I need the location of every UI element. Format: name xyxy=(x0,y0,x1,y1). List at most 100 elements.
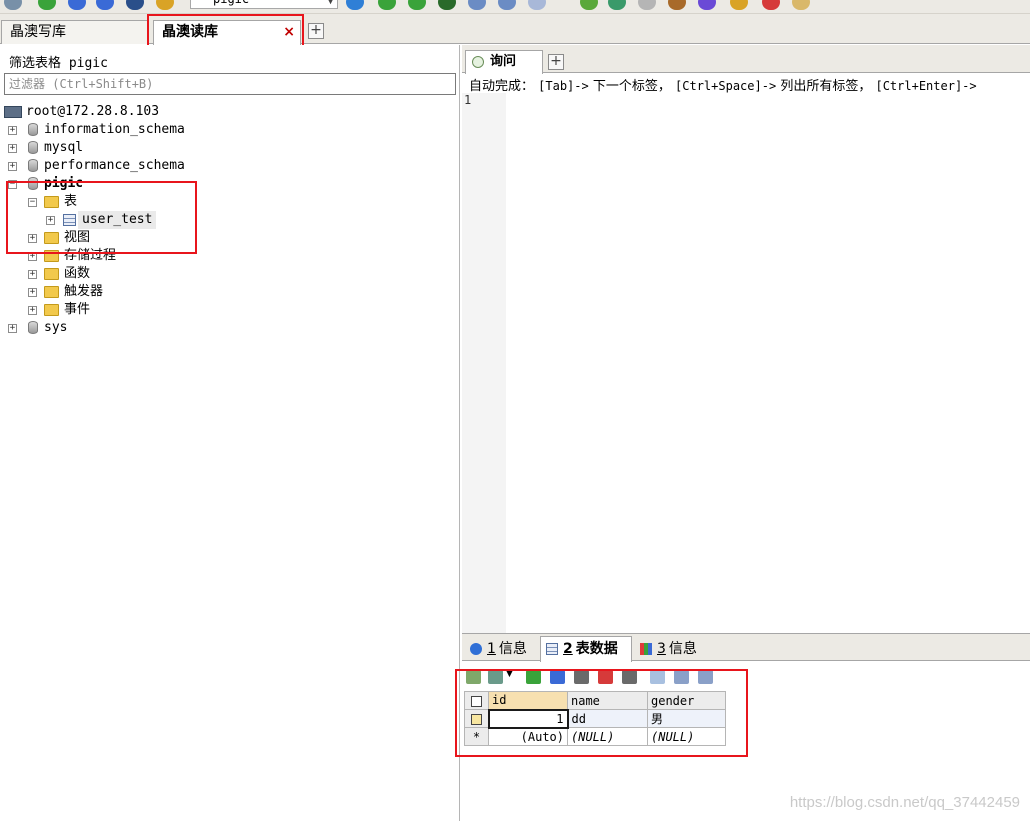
key-icon[interactable] xyxy=(730,0,748,10)
tab-read-connection[interactable]: 晶澳读库 × xyxy=(153,20,301,45)
expand-icon[interactable]: + xyxy=(8,324,17,333)
expand-icon[interactable]: + xyxy=(28,234,37,243)
new-db-icon[interactable] xyxy=(38,0,56,10)
save-icon[interactable] xyxy=(574,670,589,684)
result-grid: id name gender 1 dd 男 * (Auto) (NULL) (N… xyxy=(464,691,726,746)
close-icon[interactable]: × xyxy=(283,21,295,43)
expand-icon[interactable]: + xyxy=(28,252,37,261)
cell-gender[interactable]: (NULL) xyxy=(647,727,726,746)
db-icon[interactable] xyxy=(96,0,114,10)
database-select[interactable]: pigic ▼ xyxy=(190,0,338,9)
export-icon[interactable] xyxy=(466,670,481,684)
add-row-icon[interactable] xyxy=(526,670,541,684)
tree-folder-tables[interactable]: − 表 xyxy=(28,193,208,211)
select-all-checkbox[interactable] xyxy=(464,691,489,710)
column-header-id[interactable]: id xyxy=(488,691,568,710)
database-icon xyxy=(28,177,38,190)
tab-messages[interactable]: 1 信息 xyxy=(464,636,538,662)
folder-icon xyxy=(44,232,59,244)
tree-db-information-schema[interactable]: + information_schema xyxy=(8,121,228,139)
connection-tab-bar: 晶澳写库 晶澳读库 × + xyxy=(0,14,1030,45)
duplicate-row-icon[interactable] xyxy=(550,670,565,684)
tab-write-connection[interactable]: 晶澳写库 xyxy=(1,20,149,44)
execute-icon[interactable] xyxy=(378,0,396,10)
grid-icon[interactable] xyxy=(156,0,174,10)
backup-icon[interactable] xyxy=(638,0,656,10)
row-checkbox[interactable] xyxy=(464,709,489,728)
tree-folder-views[interactable]: + 视图 xyxy=(28,229,208,247)
autocomplete-hint: 自动完成： [Tab]-> 下一个标签， [Ctrl+Space]-> 列出所有… xyxy=(469,79,977,94)
report-icon[interactable] xyxy=(762,0,780,10)
column-header-name[interactable]: name xyxy=(567,691,648,710)
cell-name[interactable]: (NULL) xyxy=(567,727,648,746)
query-panel: 询问 + 自动完成： [Tab]-> 下一个标签， [Ctrl+Space]->… xyxy=(462,45,1030,821)
sync-icon[interactable] xyxy=(698,0,716,10)
chevron-down-icon[interactable]: ▼ xyxy=(506,669,513,679)
expand-icon[interactable]: + xyxy=(8,162,17,171)
expand-icon[interactable]: + xyxy=(28,306,37,315)
plug-icon[interactable] xyxy=(4,0,22,10)
export-icon[interactable] xyxy=(792,0,810,10)
tree-folder-functions[interactable]: + 函数 xyxy=(28,265,208,283)
tab-table-data[interactable]: 2 表数据 xyxy=(540,636,632,662)
tree-db-mysql[interactable]: + mysql xyxy=(8,139,228,157)
tree-folder-procedures[interactable]: + 存储过程 xyxy=(28,247,208,265)
tree-db-pigic[interactable]: − pigic xyxy=(8,175,228,193)
line-number: 1 xyxy=(464,93,472,107)
db-icon[interactable] xyxy=(68,0,86,10)
folder-icon xyxy=(44,196,59,208)
chevron-down-icon: ▼ xyxy=(328,0,333,6)
grid-icon[interactable] xyxy=(498,0,516,10)
delete-icon[interactable] xyxy=(598,670,613,684)
tree-folder-events[interactable]: + 事件 xyxy=(28,301,208,319)
text-view-icon[interactable] xyxy=(698,670,713,684)
truck-icon[interactable] xyxy=(668,0,686,10)
expand-icon[interactable]: + xyxy=(8,144,17,153)
header-row: id name gender xyxy=(464,691,726,710)
grid-view-icon[interactable] xyxy=(650,670,665,684)
new-connection-tab-button[interactable]: + xyxy=(308,23,324,39)
cancel-icon[interactable] xyxy=(622,670,637,684)
database-icon xyxy=(28,141,38,154)
expand-icon[interactable]: + xyxy=(46,216,55,225)
table-icon xyxy=(63,214,76,226)
sql-editor[interactable]: 1 xyxy=(462,93,1030,633)
stop-icon[interactable] xyxy=(408,0,426,10)
expand-icon[interactable]: + xyxy=(28,288,37,297)
tab-profiler[interactable]: 3 信息 xyxy=(634,636,708,662)
result-tab-bar: 1 信息 2 表数据 3 信息 xyxy=(462,633,1030,662)
profiler-icon xyxy=(640,643,652,655)
expand-icon[interactable]: + xyxy=(28,270,37,279)
collapse-icon[interactable]: − xyxy=(28,198,37,207)
history-icon[interactable] xyxy=(608,0,626,10)
cell-id[interactable]: (Auto) xyxy=(488,727,568,746)
schema-icon[interactable] xyxy=(438,0,456,10)
column-header-gender[interactable]: gender xyxy=(647,691,726,710)
tab-query[interactable]: 询问 xyxy=(465,50,543,74)
tree-db-performance-schema[interactable]: + performance_schema xyxy=(8,157,228,175)
new-query-tab-button[interactable]: + xyxy=(548,54,564,70)
cell-id[interactable]: 1 xyxy=(487,708,569,729)
server-icon xyxy=(4,106,22,118)
filter-input[interactable]: 过滤器 (Ctrl+Shift+B) xyxy=(4,73,456,95)
database-icon xyxy=(28,321,38,334)
form-view-icon[interactable] xyxy=(674,670,689,684)
tree-table-user-test[interactable]: + user_test xyxy=(46,211,226,229)
grid-icon[interactable] xyxy=(528,0,546,10)
table-data-icon xyxy=(546,643,558,655)
expand-icon[interactable]: + xyxy=(8,126,17,135)
refresh-icon[interactable] xyxy=(126,0,144,10)
tree-root-connection[interactable]: root@172.28.8.103 xyxy=(4,103,204,121)
query-icon xyxy=(472,56,484,68)
collapse-icon[interactable]: − xyxy=(8,180,17,189)
database-icon xyxy=(28,123,38,136)
tree-folder-triggers[interactable]: + 触发器 xyxy=(28,283,208,301)
cell-name[interactable]: dd xyxy=(567,709,648,728)
folder-icon xyxy=(44,268,59,280)
run-icon[interactable] xyxy=(346,0,364,10)
table-icon[interactable] xyxy=(468,0,486,10)
check-icon[interactable] xyxy=(580,0,598,10)
tree-db-sys[interactable]: + sys xyxy=(8,319,228,337)
import-icon[interactable] xyxy=(488,670,503,684)
cell-gender[interactable]: 男 xyxy=(647,709,726,728)
